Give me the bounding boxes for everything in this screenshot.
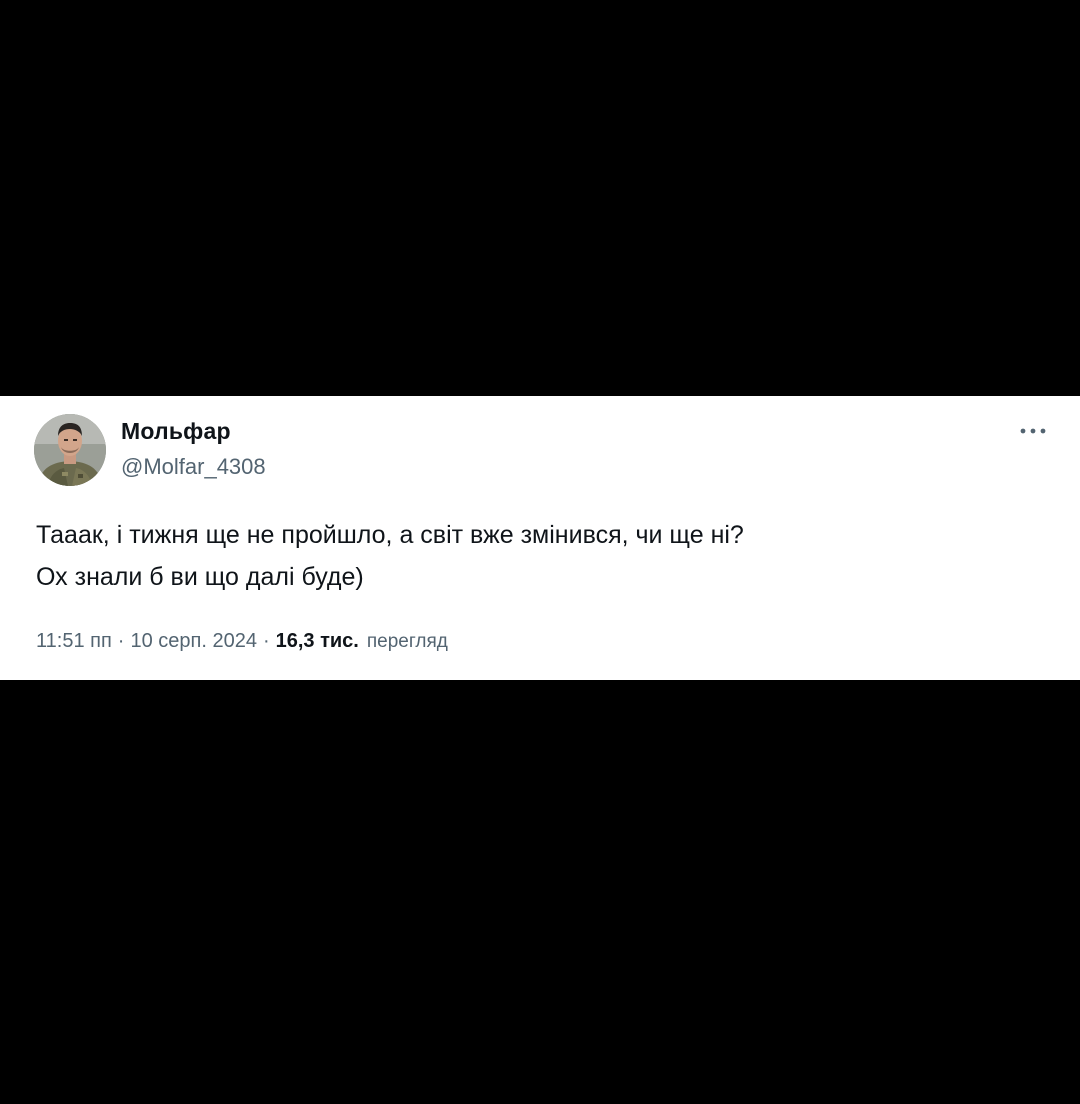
tweet-date[interactable]: 10 серп. 2024 bbox=[130, 630, 256, 653]
more-horizontal-icon bbox=[1020, 428, 1046, 434]
tweet-text: Тааак, і тижня ще не пройшло, а світ вже… bbox=[36, 514, 1036, 598]
views-label: перегляд bbox=[366, 631, 448, 652]
meta-separator: · bbox=[117, 630, 125, 652]
user-handle[interactable]: @Molfar_4308 bbox=[121, 454, 266, 480]
tweet-card: Мольфар @Molfar_4308 Тааак, і тижня ще н… bbox=[0, 396, 1080, 680]
more-options-button[interactable] bbox=[1016, 420, 1050, 442]
display-name[interactable]: Мольфар bbox=[121, 418, 231, 445]
meta-separator: · bbox=[262, 630, 270, 652]
tweet-text-line: Тааак, і тижня ще не пройшло, а світ вже… bbox=[36, 521, 744, 549]
views-count[interactable]: 16,3 тис. bbox=[276, 630, 359, 653]
tweet-text-line: Ох знали б ви що далі буде) bbox=[36, 563, 364, 591]
avatar[interactable] bbox=[34, 414, 106, 486]
tweet-time[interactable]: 11:51 пп bbox=[36, 630, 112, 653]
tweet-meta: 11:51 пп · 10 серп. 2024 · 16,3 тис. пер… bbox=[36, 630, 448, 653]
avatar-photo-icon bbox=[34, 414, 106, 486]
